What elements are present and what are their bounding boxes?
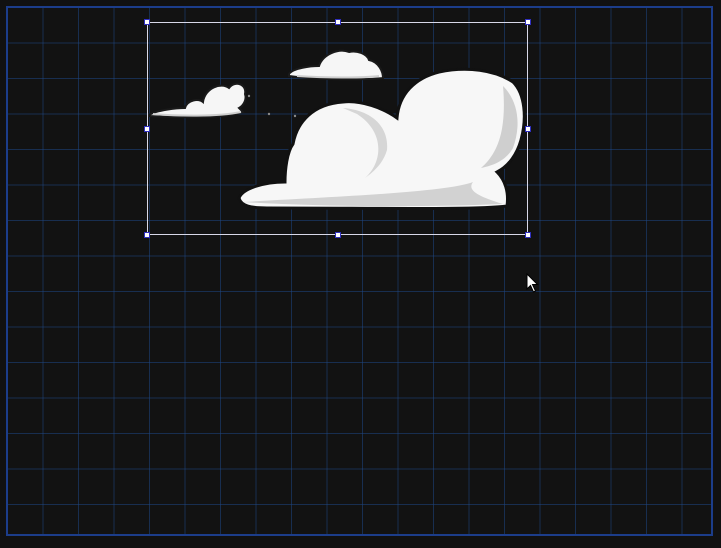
resize-handle-top-right[interactable]	[525, 19, 531, 25]
resize-handle-bottom-left[interactable]	[144, 232, 150, 238]
editor-stage	[0, 0, 721, 548]
arrow-cursor-icon	[526, 273, 539, 293]
resize-handle-top-center[interactable]	[335, 19, 341, 25]
resize-handle-top-left[interactable]	[144, 19, 150, 25]
resize-handle-bottom-center[interactable]	[335, 232, 341, 238]
resize-handle-middle-right[interactable]	[525, 126, 531, 132]
resize-handle-bottom-right[interactable]	[525, 232, 531, 238]
resize-handle-middle-left[interactable]	[144, 126, 150, 132]
selection-bounding-box[interactable]	[144, 19, 531, 238]
